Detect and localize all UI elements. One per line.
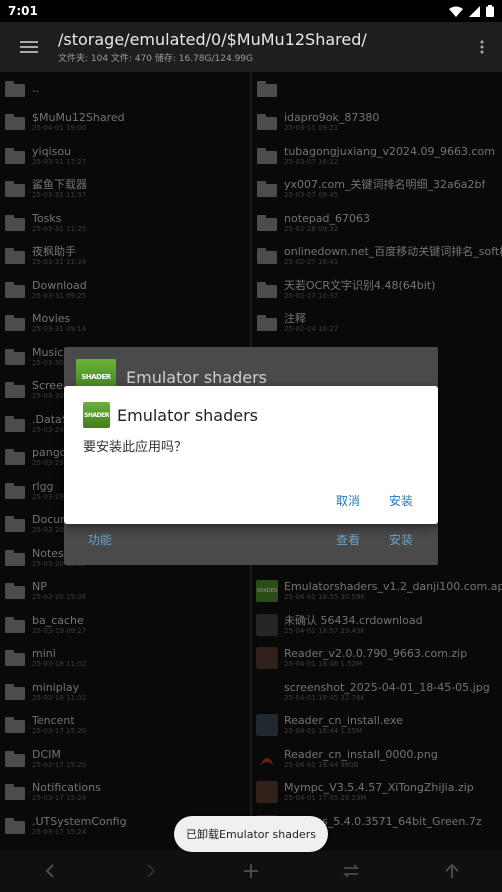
signal-icon: [469, 5, 480, 17]
wifi-icon: [449, 6, 463, 17]
install-button[interactable]: 安装: [389, 492, 413, 509]
cancel-button[interactable]: 取消: [336, 492, 360, 509]
app-icon-text: SHADER: [81, 373, 111, 381]
install-dialog-message: 要安装此应用吗？: [83, 440, 188, 455]
app-icon-text: SHADER: [84, 411, 109, 419]
overflow-menu-button[interactable]: [462, 40, 502, 54]
install-dialog-title: Emulator shaders: [117, 405, 259, 425]
toast-message: 已卸载Emulator shaders: [174, 816, 328, 852]
hamburger-icon: [20, 41, 38, 53]
app-bar: /storage/emulated/0/$MuMu12Shared/ 文件夹: …: [0, 22, 502, 72]
install-button-back[interactable]: 安装: [389, 531, 413, 548]
status-bar: 7:01: [0, 0, 502, 22]
shader-app-icon: SHADER: [83, 402, 110, 428]
view-button[interactable]: 查看: [336, 531, 360, 548]
storage-summary: 文件夹: 104 文件: 470 储存: 16.78G/124.99G: [58, 54, 253, 64]
func-button[interactable]: 功能: [88, 531, 112, 548]
battery-icon: [486, 5, 494, 17]
more-vert-icon: [480, 40, 484, 54]
install-dialog: SHADER Emulator shaders 要安装此应用吗？ 取消 安装: [64, 386, 438, 524]
menu-button[interactable]: [0, 40, 58, 54]
current-path: /storage/emulated/0/$MuMu12Shared/: [58, 30, 367, 49]
status-time: 7:01: [8, 4, 38, 18]
app-info-title: Emulator shaders: [126, 367, 268, 387]
